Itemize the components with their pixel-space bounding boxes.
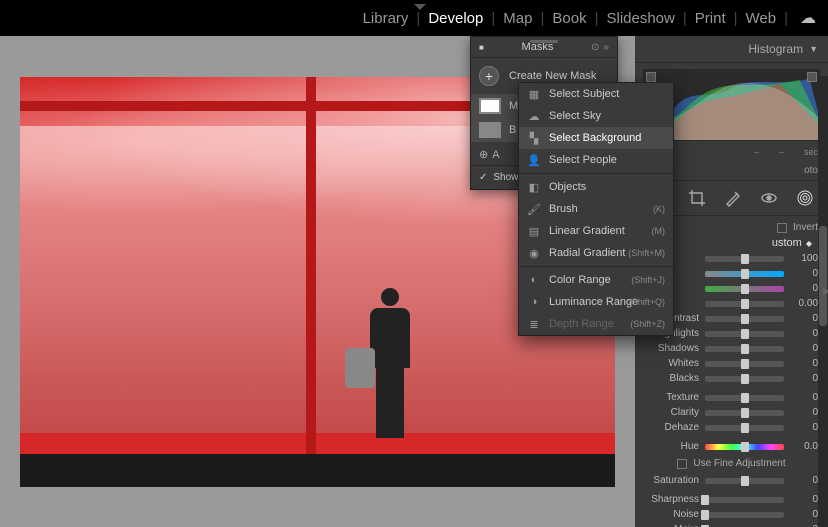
clarity-slider[interactable]: [705, 410, 784, 416]
mask-thumb-icon: [479, 98, 501, 114]
heal-tool-icon[interactable]: [724, 189, 742, 207]
highlights-slider[interactable]: [705, 331, 784, 337]
noise-slider[interactable]: [705, 512, 784, 518]
luminance-icon: ◑: [527, 295, 541, 309]
saturation-slider[interactable]: [705, 478, 784, 484]
exposure-slider[interactable]: [705, 301, 784, 307]
menu-linear-gradient[interactable]: ▤Linear Gradient(M): [519, 220, 673, 242]
right-scrollbar[interactable]: [818, 76, 828, 527]
shadows-slider[interactable]: [705, 346, 784, 352]
menu-select-background[interactable]: ▚Select Background: [519, 127, 673, 149]
texture-slider[interactable]: [705, 395, 784, 401]
nav-slideshow[interactable]: Slideshow: [606, 10, 674, 27]
clip-shadow-icon[interactable]: [646, 72, 656, 82]
mask-tool-icon[interactable]: [796, 189, 814, 207]
clip-highlight-icon[interactable]: [807, 72, 817, 82]
menu-radial-gradient[interactable]: ◉Radial Gradient(Shift+M): [519, 242, 673, 264]
module-picker: Library | Develop | Map | Book | Slidesh…: [0, 0, 828, 36]
linear-gradient-icon: ▤: [527, 224, 541, 238]
expand-chevron-icon[interactable]: ▸: [823, 282, 828, 299]
color-range-icon: ◐: [527, 273, 541, 287]
nav-map[interactable]: Map: [503, 10, 532, 27]
plus-icon: +: [479, 66, 499, 86]
menu-select-subject[interactable]: ▦Select Subject: [519, 83, 673, 105]
check-icon: ✓: [479, 172, 487, 183]
nav-develop[interactable]: Develop: [428, 10, 483, 27]
nav-modules: Library | Develop | Map | Book | Slidesh…: [363, 8, 816, 28]
menu-objects[interactable]: ◧Objects: [519, 176, 673, 198]
menu-brush[interactable]: 🖌Brush(K): [519, 198, 673, 220]
add-small-icon: ⊕: [479, 148, 488, 161]
cloud-sync-icon[interactable]: ☁: [800, 8, 816, 28]
dehaze-slider[interactable]: [705, 425, 784, 431]
invert-checkbox[interactable]: [777, 223, 787, 233]
objects-icon: ◧: [527, 180, 541, 194]
menu-select-sky[interactable]: ☁Select Sky: [519, 105, 673, 127]
whites-slider[interactable]: [705, 361, 784, 367]
temp-slider[interactable]: [705, 271, 784, 277]
sky-icon: ☁: [527, 109, 541, 123]
fine-adjust-label: Use Fine Adjustment: [693, 458, 785, 469]
subject-icon: ▦: [527, 87, 541, 101]
nav-book[interactable]: Book: [552, 10, 586, 27]
workspace: Histogram ▼ ––sec oto oundInvert ustom: [0, 36, 828, 527]
sharpness-slider[interactable]: [705, 497, 784, 503]
mask-context-menu: ▦Select Subject ☁Select Sky ▚Select Back…: [518, 82, 674, 336]
hue-slider[interactable]: [705, 444, 784, 450]
nav-library[interactable]: Library: [363, 10, 409, 27]
collapse-triangle-icon[interactable]: [414, 4, 426, 10]
blacks-slider[interactable]: [705, 376, 784, 382]
menu-color-range[interactable]: ◐Color Range(Shift+J): [519, 269, 673, 291]
masks-header[interactable]: ■ Masks ⊙»: [471, 37, 617, 58]
people-icon: 👤: [527, 153, 541, 167]
contrast-slider[interactable]: [705, 316, 784, 322]
menu-depth-range: ≣Depth Range(Shift+Z): [519, 313, 673, 335]
histogram-title: Histogram: [748, 42, 803, 56]
panel-options-icon[interactable]: ⊙: [591, 42, 599, 53]
redeye-tool-icon[interactable]: [760, 189, 778, 207]
nav-web[interactable]: Web: [746, 10, 777, 27]
mask-thumb-icon: [479, 122, 501, 138]
radial-gradient-icon: ◉: [527, 246, 541, 260]
drag-handle-icon[interactable]: [530, 40, 558, 43]
collapse-icon[interactable]: »: [603, 42, 609, 53]
invert-label: Invert: [793, 222, 818, 233]
fine-adjust-checkbox[interactable]: [677, 459, 687, 469]
disclosure-triangle-icon[interactable]: ▼: [809, 44, 818, 54]
tint-slider[interactable]: [705, 286, 784, 292]
background-icon: ▚: [527, 131, 541, 145]
brush-icon: 🖌: [527, 202, 541, 216]
amount-slider[interactable]: [705, 256, 784, 262]
nav-print[interactable]: Print: [695, 10, 726, 27]
menu-luminance-range[interactable]: ◑Luminance Range(Shift+Q): [519, 291, 673, 313]
crop-tool-icon[interactable]: [688, 189, 706, 207]
menu-select-people[interactable]: 👤Select People: [519, 149, 673, 171]
histogram-header[interactable]: Histogram ▼: [635, 36, 828, 63]
depth-icon: ≣: [527, 317, 541, 331]
